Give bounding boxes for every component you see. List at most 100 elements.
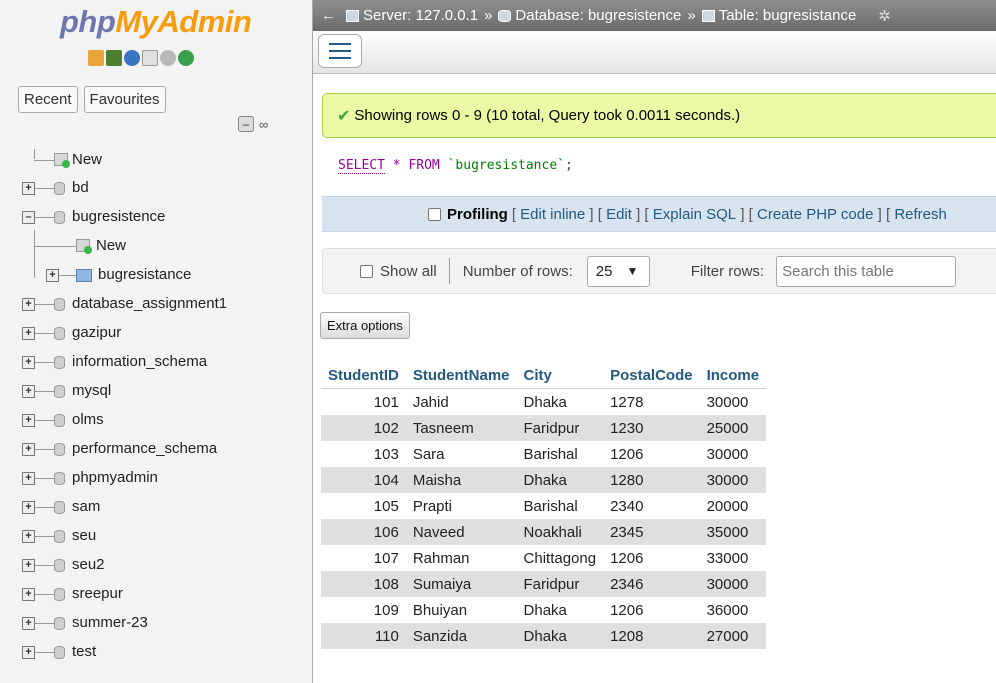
tab-recent[interactable]: Recent [18,86,78,113]
expand-icon[interactable]: + [22,530,35,543]
cell-city[interactable]: Dhaka [516,623,604,649]
cell-income[interactable]: 25000 [699,415,767,441]
cell-city[interactable]: Barishal [516,441,604,467]
cell-city[interactable]: Faridpur [516,415,604,441]
cell-studentid[interactable]: 105 [321,493,406,519]
column-header-city[interactable]: City [516,362,604,389]
cell-studentname[interactable]: Sanzida [405,623,517,649]
cell-postalcode[interactable]: 1206 [603,441,700,467]
tree-item-new-table[interactable]: New [0,233,312,259]
expand-icon[interactable]: + [22,385,35,398]
create-php-code-link[interactable]: Create PHP code [757,206,873,223]
cell-city[interactable]: Dhaka [516,597,604,623]
tree-item-test[interactable]: + test [0,639,312,665]
tree-item-bugresistance[interactable]: + bugresistance [0,262,312,288]
cell-postalcode[interactable]: 1206 [603,597,700,623]
table-row[interactable]: 101 Jahid Dhaka 1278 30000 [321,388,767,415]
cell-income[interactable]: 35000 [699,519,767,545]
expand-icon[interactable]: + [22,443,35,456]
cell-studentid[interactable]: 102 [321,415,406,441]
cell-studentname[interactable]: Sumaiya [405,571,517,597]
table-row[interactable]: 106 Naveed Noakhali 2345 35000 [321,519,767,545]
cell-income[interactable]: 36000 [699,597,767,623]
expand-icon[interactable]: + [22,298,35,311]
column-header-income[interactable]: Income [699,362,767,389]
tree-item-information-schema[interactable]: + information_schema [0,349,312,375]
tree-item-database-assignment1[interactable]: + database_assignment1 [0,291,312,317]
cell-postalcode[interactable]: 2345 [603,519,700,545]
expand-icon[interactable]: + [22,617,35,630]
cell-postalcode[interactable]: 2340 [603,493,700,519]
cell-city[interactable]: Dhaka [516,388,604,415]
cell-studentname[interactable]: Bhuiyan [405,597,517,623]
expand-icon[interactable]: + [22,327,35,340]
table-row[interactable]: 102 Tasneem Faridpur 1230 25000 [321,415,767,441]
settings-icon[interactable] [160,50,176,66]
cell-city[interactable]: Chittagong [516,545,604,571]
exit-icon[interactable] [106,50,122,66]
tab-favourites[interactable]: Favourites [83,86,166,113]
cell-studentname[interactable]: Sara [405,441,517,467]
hamburger-menu-icon[interactable] [318,34,362,68]
breadcrumb-table[interactable]: Table: bugresistance [719,7,857,24]
cell-postalcode[interactable]: 1206 [603,545,700,571]
tree-item-bd[interactable]: + bd [0,175,312,201]
docs-icon[interactable] [142,50,158,66]
cell-studentid[interactable]: 104 [321,467,406,493]
link-with-main-icon[interactable]: ∞ [259,117,268,132]
sql-keyword-select[interactable]: SELECT [338,158,385,174]
cell-postalcode[interactable]: 2346 [603,571,700,597]
cell-studentid[interactable]: 108 [321,571,406,597]
table-row[interactable]: 110 Sanzida Dhaka 1208 27000 [321,623,767,649]
edit-inline-link[interactable]: Edit inline [520,206,585,223]
help-icon[interactable] [124,50,140,66]
filter-rows-input[interactable] [776,255,957,287]
cell-studentid[interactable]: 101 [321,388,406,415]
tree-item-performance-schema[interactable]: + performance_schema [0,436,312,462]
expand-icon[interactable]: + [22,646,35,659]
table-row[interactable]: 105 Prapti Barishal 2340 20000 [321,493,767,519]
cell-postalcode[interactable]: 1278 [603,388,700,415]
collapse-icon[interactable]: – [22,211,35,224]
cell-postalcode[interactable]: 1208 [603,623,700,649]
expand-icon[interactable]: + [22,414,35,427]
reload-icon[interactable] [178,50,194,66]
cell-studentname[interactable]: Prapti [405,493,517,519]
cell-studentid[interactable]: 106 [321,519,406,545]
tree-item-seu2[interactable]: + seu2 [0,552,312,578]
explain-sql-link[interactable]: Explain SQL [653,206,736,223]
cell-studentname[interactable]: Naveed [405,519,517,545]
cell-income[interactable]: 30000 [699,571,767,597]
tree-item-seu[interactable]: + seu [0,523,312,549]
profiling-checkbox[interactable] [428,207,441,221]
cell-income[interactable]: 27000 [699,623,767,649]
tree-item-sam[interactable]: + sam [0,494,312,520]
expand-icon[interactable]: + [22,182,35,195]
cell-city[interactable]: Barishal [516,493,604,519]
extra-options-button[interactable]: Extra options [320,312,410,339]
edit-link[interactable]: Edit [606,206,632,223]
refresh-link[interactable]: Refresh [894,206,947,223]
cell-studentname[interactable]: Rahman [405,545,517,571]
expand-icon[interactable]: + [46,269,59,282]
cell-postalcode[interactable]: 1280 [603,467,700,493]
cell-studentname[interactable]: Tasneem [405,415,517,441]
cell-postalcode[interactable]: 1230 [603,415,700,441]
table-row[interactable]: 104 Maisha Dhaka 1280 30000 [321,467,767,493]
cell-city[interactable]: Noakhali [516,519,604,545]
cell-studentname[interactable]: Maisha [405,467,517,493]
cell-income[interactable]: 30000 [699,467,767,493]
expand-icon[interactable]: + [22,472,35,485]
expand-icon[interactable]: + [22,501,35,514]
show-all-checkbox[interactable] [360,264,373,278]
column-header-studentname[interactable]: StudentName [405,362,517,389]
back-arrow-icon[interactable]: ← [321,7,336,24]
column-header-studentid[interactable]: StudentID [321,362,406,389]
gear-icon[interactable]: ✲ [878,7,891,25]
cell-income[interactable]: 33000 [699,545,767,571]
home-icon[interactable] [88,50,104,66]
cell-income[interactable]: 30000 [699,388,767,415]
expand-icon[interactable]: + [22,356,35,369]
tree-item-phpmyadmin[interactable]: + phpmyadmin [0,465,312,491]
cell-income[interactable]: 30000 [699,441,767,467]
